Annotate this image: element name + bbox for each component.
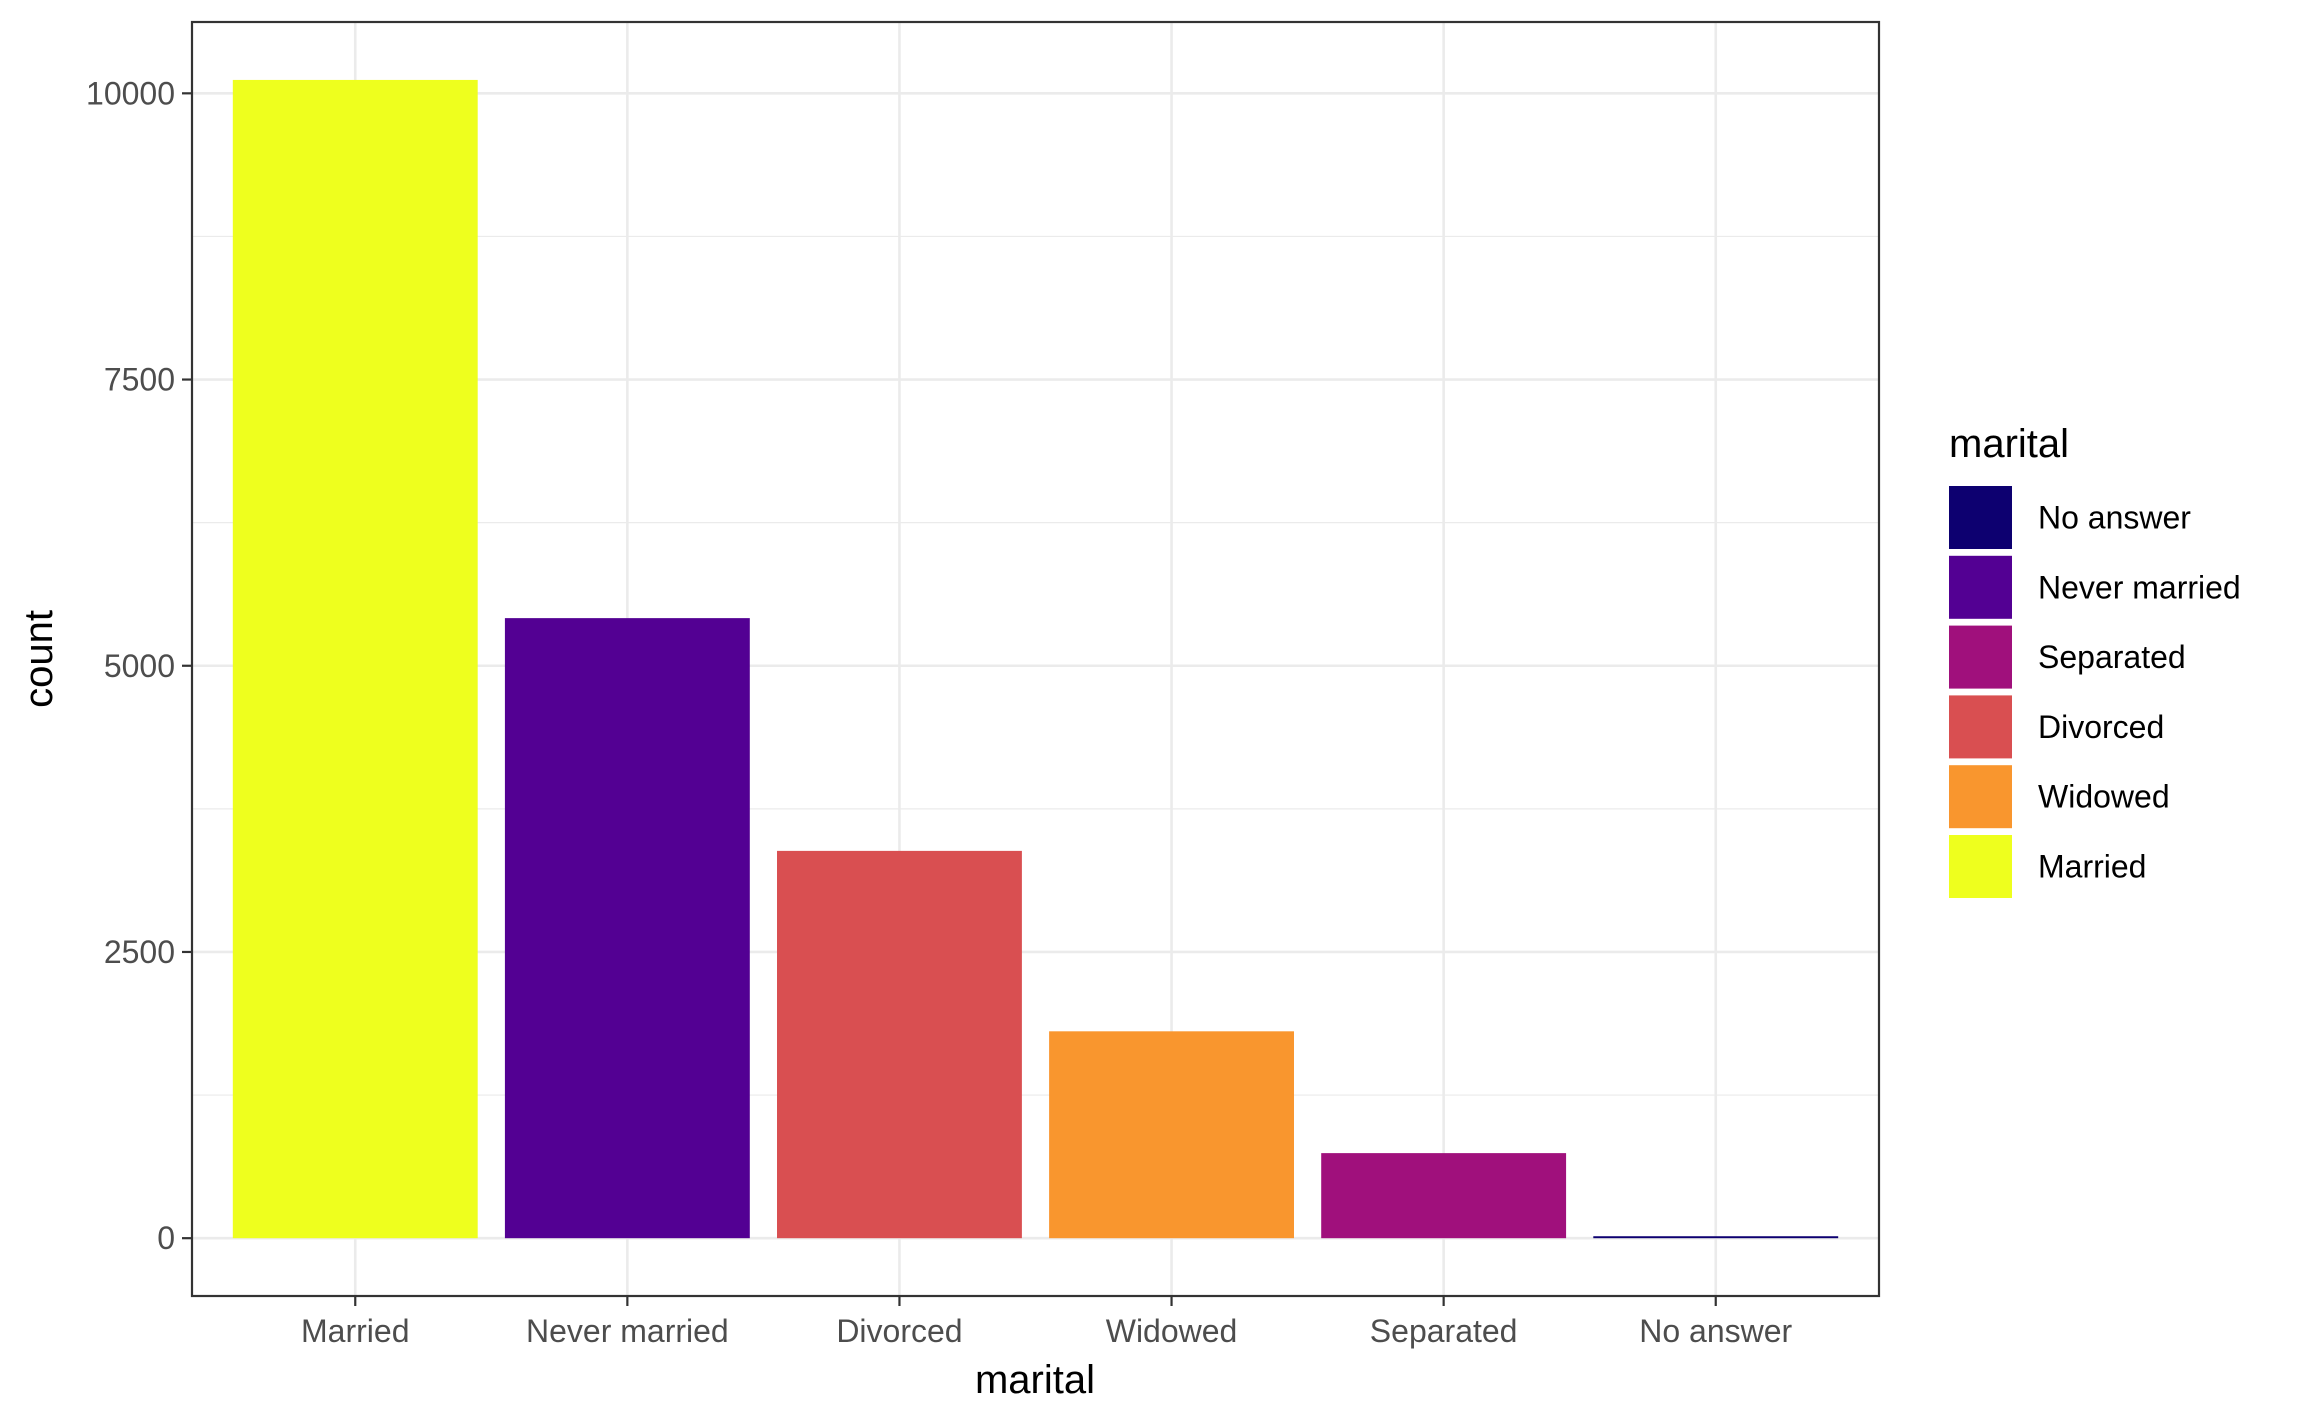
x-tick-label: Never married [526, 1313, 729, 1349]
y-tick-label: 0 [157, 1220, 175, 1256]
bar-divorced [777, 850, 1022, 1239]
x-tick-label: Separated [1370, 1313, 1518, 1349]
bar-never-married [504, 618, 750, 1239]
y-tick-label: 10000 [86, 75, 175, 111]
bar-chart: 0 2500 5000 7500 10000 Married Never married D… [17, 20, 2241, 1402]
legend-label: Divorced [2038, 709, 2164, 745]
y-tick-label: 2500 [104, 934, 175, 970]
bar-separated [1321, 1153, 1567, 1239]
x-tick-label: No answer [1639, 1313, 1792, 1349]
x-tick-label: Widowed [1106, 1313, 1238, 1349]
y-tick-label: 5000 [104, 648, 175, 684]
legend: marital No answer Never married Separated D… [1949, 422, 2241, 898]
legend-label: Married [2038, 849, 2146, 885]
y-axis: 0 2500 5000 7500 10000 [86, 75, 192, 1256]
x-tick-label: Divorced [836, 1313, 962, 1349]
legend-label: Widowed [2038, 779, 2170, 815]
legend-key [1949, 555, 2012, 619]
bar-widowed [1049, 1031, 1294, 1239]
legend-key [1949, 835, 2012, 898]
bar-married [232, 79, 478, 1239]
legend-key [1949, 486, 2012, 549]
legend-label: Separated [2038, 639, 2186, 675]
x-tick-label: Married [301, 1313, 409, 1349]
legend-label: Never married [2038, 569, 2241, 605]
x-axis: Married Never married Divorced Widowed Separ… [301, 1296, 1793, 1349]
y-axis-title: count [17, 610, 61, 708]
y-tick-label: 7500 [104, 362, 175, 398]
legend-title: marital [1949, 422, 2069, 466]
legend-key [1949, 625, 2012, 689]
x-axis-title: marital [975, 1358, 1095, 1402]
legend-key [1949, 695, 2012, 759]
bar-no-answer [1593, 1236, 1839, 1239]
legend-label: No answer [2038, 500, 2191, 536]
legend-key [1949, 765, 2012, 829]
